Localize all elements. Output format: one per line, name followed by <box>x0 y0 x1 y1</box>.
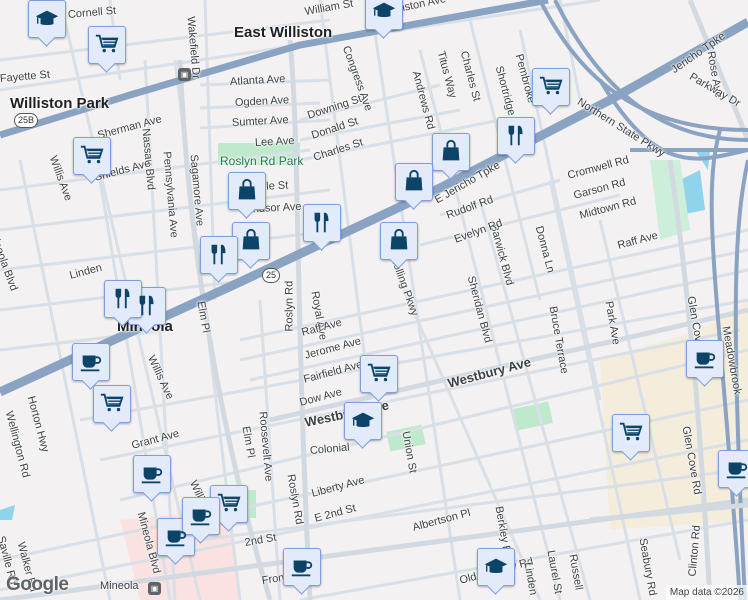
train-station-icon[interactable]: ▣ <box>148 582 161 595</box>
school-icon <box>372 2 396 18</box>
coffee-icon <box>726 462 748 479</box>
coffee-icon <box>141 467 163 484</box>
shopping-bag-icon <box>442 139 460 161</box>
restaurant-marker[interactable] <box>200 236 238 274</box>
shopping-cart-marker[interactable] <box>360 355 398 393</box>
shopping-cart-icon <box>100 393 124 412</box>
coffee-icon <box>291 560 313 577</box>
shopping-cart-marker[interactable] <box>612 414 650 452</box>
place-label: Williston Park <box>10 95 110 112</box>
street-label: Lee Ave <box>254 134 295 149</box>
shopping-cart-icon <box>217 493 241 512</box>
street-label: Mineola <box>100 580 139 592</box>
place-label: East Williston <box>234 24 333 41</box>
restaurant-marker[interactable] <box>303 204 341 242</box>
street-label: Roslyn Rd <box>283 280 296 332</box>
coffee-marker[interactable] <box>718 450 748 488</box>
shopping-bag-icon <box>242 228 260 250</box>
school-icon <box>35 10 59 26</box>
coffee-marker[interactable] <box>72 343 110 381</box>
shopping-cart-marker[interactable] <box>73 137 111 175</box>
restaurant-icon <box>211 244 226 265</box>
coffee-icon <box>80 355 102 372</box>
shopping-cart-icon <box>539 76 563 95</box>
school-marker[interactable] <box>344 402 382 440</box>
route-shield-25: 25 <box>262 268 281 283</box>
shopping-bag-marker[interactable] <box>380 222 418 260</box>
shopping-cart-marker[interactable] <box>88 26 126 64</box>
water <box>0 505 15 520</box>
shopping-bag-icon <box>238 178 256 200</box>
shopping-bag-icon <box>390 228 408 250</box>
shopping-cart-marker[interactable] <box>93 385 131 423</box>
restaurant-icon <box>139 295 154 316</box>
route-shield-25b: 25B <box>14 113 39 128</box>
google-logo: Google <box>6 574 69 595</box>
coffee-marker[interactable] <box>686 340 724 378</box>
restaurant-marker[interactable] <box>497 117 535 155</box>
school-marker[interactable] <box>477 548 515 586</box>
shopping-bag-marker[interactable] <box>228 172 266 210</box>
school-icon <box>484 558 508 574</box>
school-icon <box>351 412 375 428</box>
restaurant-icon <box>508 125 523 146</box>
train-station-icon[interactable]: ▣ <box>178 68 191 81</box>
map-canvas[interactable]: William St East Williston E Williston Ave A… <box>0 0 748 600</box>
coffee-marker[interactable] <box>133 455 171 493</box>
restaurant-icon <box>314 212 329 233</box>
school-marker[interactable] <box>28 0 66 38</box>
shopping-bag-marker[interactable] <box>395 163 433 201</box>
coffee-icon <box>190 509 212 526</box>
shopping-cart-icon <box>367 363 391 382</box>
coffee-marker[interactable] <box>283 548 321 586</box>
shopping-cart-icon <box>80 145 104 164</box>
shopping-bag-icon <box>405 169 423 191</box>
map-attribution[interactable]: Map data ©2026 <box>665 585 748 600</box>
restaurant-icon <box>115 288 130 309</box>
shopping-cart-icon <box>95 34 119 53</box>
shopping-bag-marker[interactable] <box>432 133 470 171</box>
coffee-icon <box>694 352 716 369</box>
shopping-cart-icon <box>619 422 643 441</box>
park-label: Roslyn Rd Park <box>220 154 304 168</box>
coffee-icon <box>165 530 187 547</box>
school-marker[interactable] <box>365 0 403 30</box>
shopping-cart-marker[interactable] <box>532 68 570 106</box>
